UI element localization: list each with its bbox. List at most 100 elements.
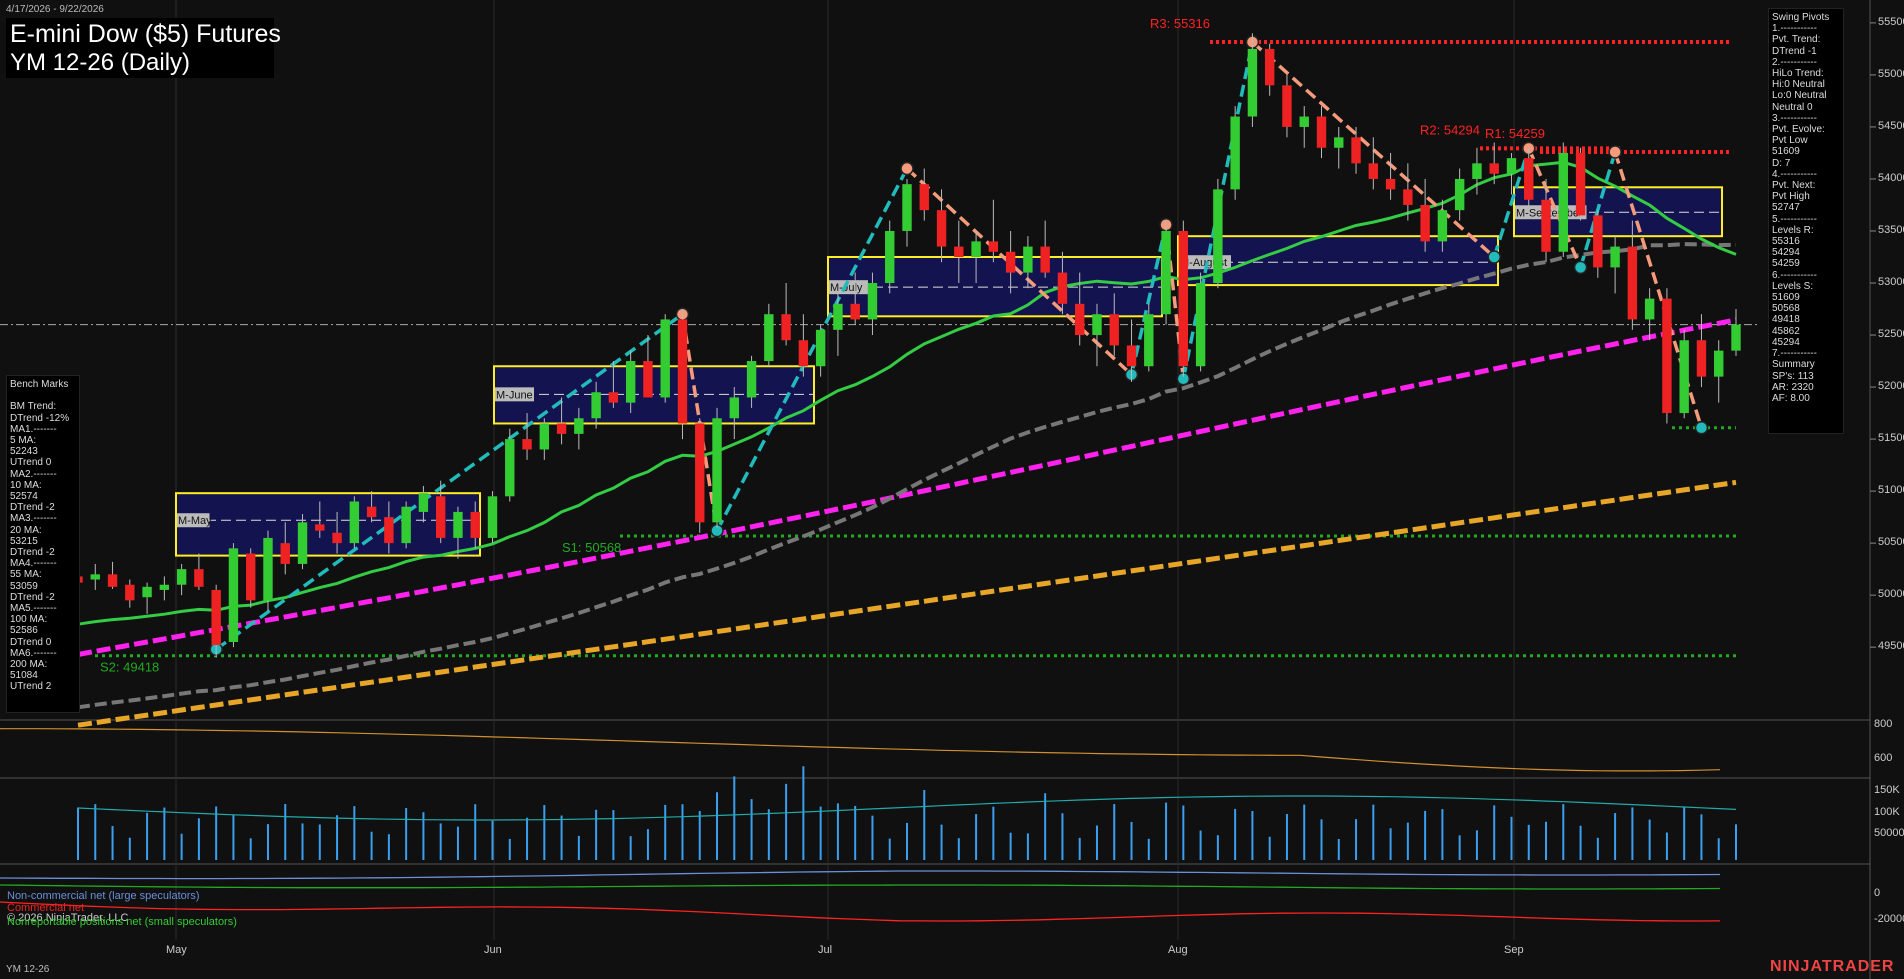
candle <box>1282 74 1292 138</box>
y-tick-label: 54000 <box>1878 171 1904 184</box>
month-box-label: M-May <box>178 515 212 527</box>
swing-line: 45294 <box>1772 336 1800 348</box>
bench-line: DTrend -12% <box>10 412 70 424</box>
month-box-label: M-June <box>496 389 533 401</box>
swing-line: Hi:0 Neutral <box>1772 79 1825 91</box>
candle-body <box>815 329 826 367</box>
bench-line: 52586 <box>10 625 38 637</box>
brand-logo: NINJATRADER <box>1770 958 1895 975</box>
candle <box>660 314 670 403</box>
y-tick-label: 49500 <box>1878 640 1904 653</box>
panel1-tick-label: 600 <box>1874 751 1893 764</box>
candle <box>194 553 204 590</box>
candle <box>695 418 705 533</box>
candle-body <box>1109 314 1119 346</box>
swing-line: Summary <box>1772 359 1815 371</box>
swing-line: DTrend -1 <box>1772 45 1817 57</box>
candle <box>228 543 239 648</box>
candle-body <box>833 303 843 330</box>
candle-body <box>539 423 550 450</box>
bench-line: MA2.------- <box>10 468 57 480</box>
candle-body <box>1524 158 1534 200</box>
swing-line: D: 7 <box>1772 157 1791 169</box>
candle-body <box>885 230 895 284</box>
candle-body <box>176 569 187 585</box>
candle <box>125 579 135 608</box>
candle-body <box>1282 85 1292 127</box>
zigzag-segment <box>215 312 684 651</box>
bench-line: Bench Marks <box>10 379 69 390</box>
y-tick-label: 50000 <box>1878 588 1904 601</box>
candle-body <box>1040 246 1050 273</box>
candle <box>1420 178 1430 252</box>
candle <box>1679 329 1689 419</box>
candle <box>885 220 895 294</box>
swing-line: 7.----------- <box>1772 348 1817 360</box>
y-tick-label: 50500 <box>1878 536 1904 549</box>
swing-line: Lo:0 Neutral <box>1772 90 1827 102</box>
panel1-line <box>0 727 1721 772</box>
candle <box>176 563 187 596</box>
y-tick-label: 53000 <box>1878 276 1904 288</box>
candle-body <box>643 361 653 398</box>
swing-line: 51609 <box>1772 292 1800 304</box>
pivot-marker <box>1694 420 1709 435</box>
swing-line: 49418 <box>1772 314 1800 326</box>
level-label-r3: R3: 55316 <box>1150 16 1210 31</box>
candle-body <box>919 184 929 211</box>
bench-line: 52574 <box>10 491 38 503</box>
candle <box>712 407 722 528</box>
swing-line: 2.----------- <box>1772 56 1817 68</box>
swing-line: Pvt High <box>1772 191 1810 203</box>
candle <box>1575 147 1586 221</box>
candle <box>677 309 688 440</box>
candle-body <box>712 418 722 523</box>
candle-body <box>1627 246 1638 320</box>
bench-line: 10 MA: <box>10 479 42 491</box>
swing-line: HiLo Trend: <box>1772 68 1824 80</box>
candle <box>1316 106 1327 159</box>
bench-line: DTrend -2 <box>10 591 55 603</box>
candle <box>1334 126 1344 169</box>
candle <box>1264 43 1275 96</box>
candle <box>487 491 498 544</box>
candle-body <box>591 392 601 419</box>
bench-marks-panel: Bench Marks BM Trend: DTrend -12% MA1.----… <box>6 375 80 713</box>
candle-body <box>142 586 152 598</box>
bench-line: MA3.------- <box>10 513 57 525</box>
swing-line: 51609 <box>1772 146 1800 158</box>
swing-line: Pvt. Next: <box>1772 180 1816 192</box>
swing-line: Pvt. Trend: <box>1772 34 1821 46</box>
candle-body <box>1264 48 1275 86</box>
candle-body <box>246 553 256 601</box>
panel2-tick-label: 100K <box>1874 806 1900 818</box>
candle-body <box>798 340 809 367</box>
candle-body <box>1662 298 1672 414</box>
candle-body <box>1558 152 1568 252</box>
candle-body <box>988 241 999 252</box>
candle-body <box>1575 152 1586 216</box>
panel1-tick-label: 800 <box>1874 718 1893 731</box>
swing-line: 52747 <box>1772 202 1800 214</box>
candle <box>107 561 118 589</box>
legend-noncommercial: Non-commercial net (large speculators) <box>7 890 200 902</box>
candle-body <box>1126 345 1137 367</box>
candle-body <box>159 584 170 590</box>
candle-body <box>608 392 619 403</box>
swing-line: AR: 2320 <box>1772 381 1814 393</box>
pivot-marker <box>1573 260 1588 275</box>
candle-body <box>746 361 757 398</box>
candle <box>1213 178 1223 289</box>
bench-line: 51084 <box>10 670 38 682</box>
cot-line <box>0 901 1721 922</box>
swing-line: 1.----------- <box>1772 23 1817 35</box>
cot-line <box>0 870 1721 880</box>
candle <box>1161 220 1171 325</box>
footer-symbol: YM 12-26 <box>6 964 50 975</box>
level-label-r1: R1: 54259 <box>1485 126 1545 141</box>
bench-line: MA5.------- <box>10 603 57 615</box>
candle-body <box>1368 163 1379 179</box>
candle-body <box>1403 189 1413 205</box>
panel3-tick-label: 0 <box>1874 887 1881 899</box>
candle <box>1195 272 1206 372</box>
